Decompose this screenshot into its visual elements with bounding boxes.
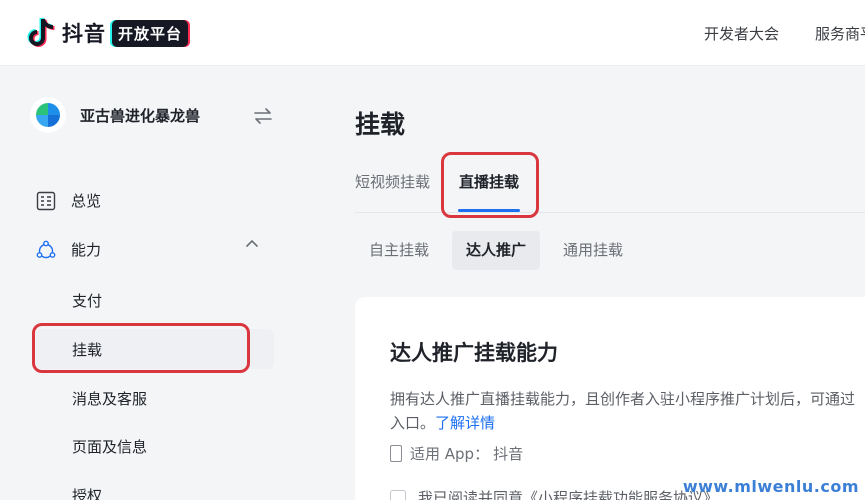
top-nav: 开发者大会 服务商平 [668, 23, 865, 44]
menu-capability-label: 能力 [71, 241, 102, 259]
annotation-highlight-live-tab [441, 152, 539, 218]
capability-card: 达人推广挂载能力 拥有达人推广直播挂载能力，且创作者入驻小程序推广计划后，可通过… [355, 297, 865, 500]
nav-developer-conference[interactable]: 开发者大会 [704, 23, 779, 44]
watermark: www.mlwenlu.com [682, 477, 859, 496]
menu-overview[interactable]: 总览 [36, 190, 101, 211]
agreement-checkbox[interactable] [390, 489, 406, 500]
logo-badge: 开放平台 [112, 19, 189, 47]
agreement-text[interactable]: 我已阅读并同意《小程序挂载功能服务协议》 [418, 487, 718, 500]
card-title: 达人推广挂载能力 [390, 341, 558, 365]
segment-general-mount[interactable]: 通用挂载 [549, 231, 637, 270]
menu-capability[interactable]: 能力 [36, 239, 101, 260]
app-prefix: 适用 App： [410, 445, 490, 463]
card-description: 拥有达人推广直播挂载能力，且创作者入驻小程序推广计划后，可通过 入口。了解详情 [390, 387, 865, 435]
app-logo-icon [30, 97, 66, 133]
tab-short-video-mount[interactable]: 短视频挂载 [355, 171, 430, 192]
chevron-up-icon[interactable] [245, 238, 259, 248]
sidebar: 亚古兽进化暴龙兽 总览 能力 支付 挂载 消息及客服 页面及信息 授权 [0, 67, 305, 500]
tabs-divider [355, 212, 865, 213]
submenu-page-info[interactable]: 页面及信息 [72, 436, 147, 457]
douyin-open-platform-logo[interactable]: 抖音 开放平台 [26, 14, 189, 52]
submenu-message-service[interactable]: 消息及客服 [72, 388, 147, 409]
nav-service-provider[interactable]: 服务商平 [815, 23, 865, 44]
submenu-payment[interactable]: 支付 [72, 290, 102, 311]
app-name: 抖音 [493, 445, 524, 463]
page-title: 挂载 [355, 110, 406, 139]
segment-influencer-promotion[interactable]: 达人推广 [452, 231, 541, 270]
phone-icon [390, 445, 402, 462]
capability-icon [36, 240, 56, 258]
account-name: 亚古兽进化暴龙兽 [80, 106, 201, 125]
segment-self-mount[interactable]: 自主挂载 [355, 231, 443, 270]
menu-overview-label: 总览 [71, 192, 102, 210]
switch-account-icon[interactable] [253, 107, 273, 125]
account-info[interactable]: 亚古兽进化暴龙兽 [30, 97, 200, 133]
overview-icon [36, 191, 56, 210]
applicable-app: 适用 App： 抖音 [390, 443, 523, 464]
app-avatar [30, 97, 66, 133]
top-header: 抖音 开放平台 开发者大会 服务商平 [0, 0, 865, 66]
agreement-row: 我已阅读并同意《小程序挂载功能服务协议》 [390, 487, 718, 500]
main-content: 挂载 短视频挂载 直播挂载 自主挂载 达人推广 通用挂载 达人推广挂载能力 拥有… [305, 67, 865, 500]
submenu-authorization[interactable]: 授权 [72, 485, 102, 500]
card-desc-line1: 拥有达人推广直播挂载能力，且创作者入驻小程序推广计划后，可通过 [390, 390, 856, 408]
douyin-logo-icon [27, 17, 55, 47]
learn-more-link[interactable]: 了解详情 [435, 414, 495, 432]
annotation-highlight-mount [32, 323, 250, 373]
logo-text: 抖音 [62, 22, 106, 46]
card-desc-line2: 入口。 [390, 414, 436, 432]
